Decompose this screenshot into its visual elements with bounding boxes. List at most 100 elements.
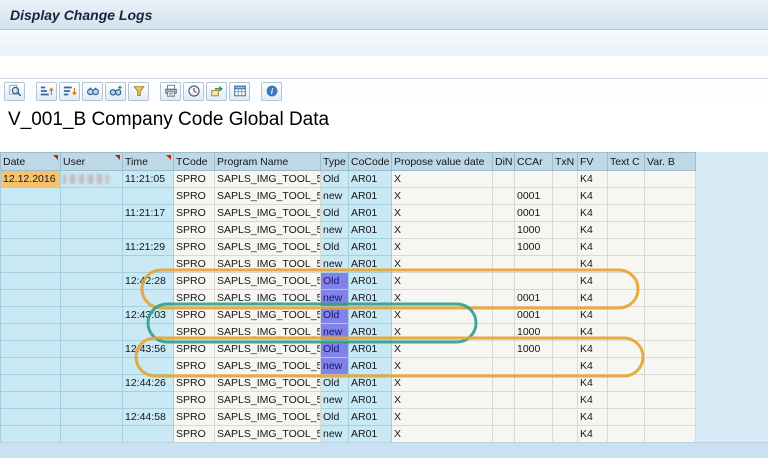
cell-txn[interactable] [553, 222, 578, 239]
cell-program[interactable]: SAPLS_IMG_TOOL_5 [215, 341, 321, 358]
cell-user[interactable] [61, 375, 123, 392]
cell-program[interactable]: SAPLS_IMG_TOOL_5 [215, 307, 321, 324]
cell-user[interactable] [61, 324, 123, 341]
cell-textc[interactable] [608, 341, 645, 358]
cell-tcode[interactable]: SPRO [174, 307, 215, 324]
cell-ccar[interactable]: 1000 [515, 222, 553, 239]
cell-type[interactable]: Old [321, 273, 349, 290]
cell-ccar[interactable]: 0001 [515, 205, 553, 222]
cell-din[interactable] [493, 392, 515, 409]
cell-ccar[interactable]: 0001 [515, 188, 553, 205]
cell-txn[interactable] [553, 273, 578, 290]
cell-program[interactable]: SAPLS_IMG_TOOL_5 [215, 188, 321, 205]
cell-tcode[interactable]: SPRO [174, 358, 215, 375]
cell-din[interactable] [493, 188, 515, 205]
cell-program[interactable]: SAPLS_IMG_TOOL_5 [215, 375, 321, 392]
cell-propose[interactable]: X [392, 409, 493, 426]
cell-program[interactable]: SAPLS_IMG_TOOL_5 [215, 409, 321, 426]
cell-txn[interactable] [553, 205, 578, 222]
cell-din[interactable] [493, 358, 515, 375]
cell-user[interactable] [61, 171, 123, 188]
filter-button[interactable] [128, 82, 149, 101]
cell-tcode[interactable]: SPRO [174, 392, 215, 409]
cell-textc[interactable] [608, 392, 645, 409]
cell-tcode[interactable]: SPRO [174, 426, 215, 443]
cell-textc[interactable] [608, 375, 645, 392]
cell-txn[interactable] [553, 171, 578, 188]
sort-descending-button[interactable] [59, 82, 80, 101]
cell-ccar[interactable] [515, 409, 553, 426]
column-header-ccar[interactable]: CCAr [515, 153, 553, 171]
cell-tcode[interactable]: SPRO [174, 222, 215, 239]
cell-din[interactable] [493, 307, 515, 324]
cell-cocode[interactable]: AR01 [349, 222, 392, 239]
cell-tcode[interactable]: SPRO [174, 290, 215, 307]
cell-textc[interactable] [608, 205, 645, 222]
cell-time[interactable] [123, 188, 174, 205]
cell-ccar[interactable] [515, 392, 553, 409]
cell-cocode[interactable]: AR01 [349, 290, 392, 307]
cell-propose[interactable]: X [392, 307, 493, 324]
column-header-propose[interactable]: Propose value date [392, 153, 493, 171]
cell-user[interactable] [61, 392, 123, 409]
cell-type[interactable]: new [321, 256, 349, 273]
cell-date[interactable] [1, 426, 61, 443]
cell-type[interactable]: new [321, 358, 349, 375]
cell-date[interactable] [1, 358, 61, 375]
cell-propose[interactable]: X [392, 392, 493, 409]
cell-din[interactable] [493, 375, 515, 392]
cell-propose[interactable]: X [392, 341, 493, 358]
cell-varb[interactable] [645, 290, 696, 307]
cell-txn[interactable] [553, 426, 578, 443]
cell-fv[interactable]: K4 [578, 307, 608, 324]
cell-varb[interactable] [645, 256, 696, 273]
cell-tcode[interactable]: SPRO [174, 273, 215, 290]
cell-fv[interactable]: K4 [578, 375, 608, 392]
cell-varb[interactable] [645, 358, 696, 375]
cell-varb[interactable] [645, 307, 696, 324]
cell-time[interactable]: 12:43:03 [123, 307, 174, 324]
column-header-time[interactable]: Time [123, 153, 174, 171]
cell-date[interactable] [1, 239, 61, 256]
cell-fv[interactable]: K4 [578, 256, 608, 273]
cell-txn[interactable] [553, 358, 578, 375]
cell-date[interactable] [1, 256, 61, 273]
cell-time[interactable] [123, 324, 174, 341]
cell-propose[interactable]: X [392, 171, 493, 188]
cell-ccar[interactable]: 0001 [515, 290, 553, 307]
cell-propose[interactable]: X [392, 375, 493, 392]
cell-cocode[interactable]: AR01 [349, 409, 392, 426]
cell-textc[interactable] [608, 188, 645, 205]
cell-varb[interactable] [645, 426, 696, 443]
column-header-textc[interactable]: Text C [608, 153, 645, 171]
cell-ccar[interactable] [515, 426, 553, 443]
cell-cocode[interactable]: AR01 [349, 256, 392, 273]
cell-type[interactable]: Old [321, 239, 349, 256]
column-header-txn[interactable]: TxN [553, 153, 578, 171]
cell-user[interactable] [61, 222, 123, 239]
cell-tcode[interactable]: SPRO [174, 205, 215, 222]
print-button[interactable] [160, 82, 181, 101]
cell-fv[interactable]: K4 [578, 188, 608, 205]
cell-type[interactable]: Old [321, 341, 349, 358]
cell-time[interactable]: 11:21:29 [123, 239, 174, 256]
cell-ccar[interactable] [515, 375, 553, 392]
cell-din[interactable] [493, 205, 515, 222]
cell-user[interactable] [61, 290, 123, 307]
cell-time[interactable]: 11:21:05 [123, 171, 174, 188]
cell-propose[interactable]: X [392, 426, 493, 443]
cell-time[interactable]: 12:42:28 [123, 273, 174, 290]
cell-date[interactable] [1, 341, 61, 358]
cell-date[interactable] [1, 324, 61, 341]
cell-fv[interactable]: K4 [578, 426, 608, 443]
cell-type[interactable]: new [321, 392, 349, 409]
cell-ccar[interactable]: 1000 [515, 239, 553, 256]
cell-tcode[interactable]: SPRO [174, 375, 215, 392]
cell-program[interactable]: SAPLS_IMG_TOOL_5 [215, 256, 321, 273]
cell-program[interactable]: SAPLS_IMG_TOOL_5 [215, 171, 321, 188]
cell-cocode[interactable]: AR01 [349, 341, 392, 358]
column-header-din[interactable]: DiN [493, 153, 515, 171]
cell-propose[interactable]: X [392, 358, 493, 375]
cell-type[interactable]: Old [321, 307, 349, 324]
cell-user[interactable] [61, 307, 123, 324]
